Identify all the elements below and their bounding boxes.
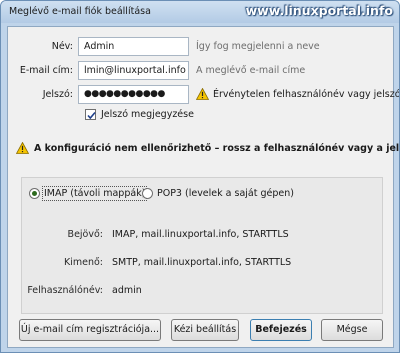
incoming-label: Bejövő: (67, 229, 103, 240)
username-label: Felhasználónév: (27, 285, 103, 296)
finish-button[interactable]: Befejezés (250, 319, 312, 341)
warning-triangle-icon (195, 87, 210, 100)
password-field[interactable]: ●●●●●●●●●●● (78, 85, 189, 104)
watermark: www.linuxportal.info (245, 3, 393, 18)
imap-radio-label[interactable]: IMAP (távoli mappák) (41, 186, 148, 201)
email-label: E-mail cím: (19, 65, 73, 76)
manual-config-button[interactable]: Kézi beállítás (171, 319, 239, 341)
server-settings-panel: IMAP (távoli mappák) POP3 (levelek a saj… (21, 177, 383, 314)
username-value: admin (112, 285, 142, 296)
outgoing-label: Kimenő: (63, 257, 103, 268)
email-field[interactable]: lmin@linuxportal.info (78, 61, 189, 80)
imap-radio[interactable] (29, 188, 40, 199)
outgoing-value: SMTP, mail.linuxportal.info, STARTTLS (112, 257, 292, 268)
title-bar[interactable]: Meglévő e-mail fiók beállítása www.linux… (1, 1, 399, 23)
remember-password-label[interactable]: Jelszó megjegyzése (101, 109, 194, 120)
pop3-radio[interactable] (142, 188, 153, 199)
account-setup-window: Meglévő e-mail fiók beállítása www.linux… (0, 0, 400, 353)
warning-triangle-icon (15, 141, 30, 154)
name-label: Név: (10, 41, 73, 52)
register-new-email-button[interactable]: Új e-mail cím regisztrációja... (19, 319, 161, 341)
name-label-text: Név: (51, 41, 73, 52)
password-hint: Érvénytelen felhasználónév vagy jelszó (213, 89, 400, 100)
name-field[interactable]: Admin (78, 37, 189, 56)
dialog-body: Név: Admin Így fog megjelenni a neve E-m… (7, 26, 399, 348)
email-hint: A meglévő e-mail címe (196, 65, 306, 76)
name-hint: Így fog megjelenni a neve (196, 41, 320, 52)
incoming-value: IMAP, mail.linuxportal.info, STARTTLS (112, 229, 289, 240)
window-title: Meglévő e-mail fiók beállítása (9, 6, 151, 17)
pop3-radio-label[interactable]: POP3 (levelek a saját gépen) (157, 188, 294, 199)
verification-warning: A konfiguráció nem ellenőrizhető – rossz… (34, 143, 400, 154)
password-label: Jelszó: (42, 89, 73, 100)
cancel-button[interactable]: Mégse (321, 319, 383, 341)
remember-password-checkbox[interactable] (85, 109, 96, 120)
